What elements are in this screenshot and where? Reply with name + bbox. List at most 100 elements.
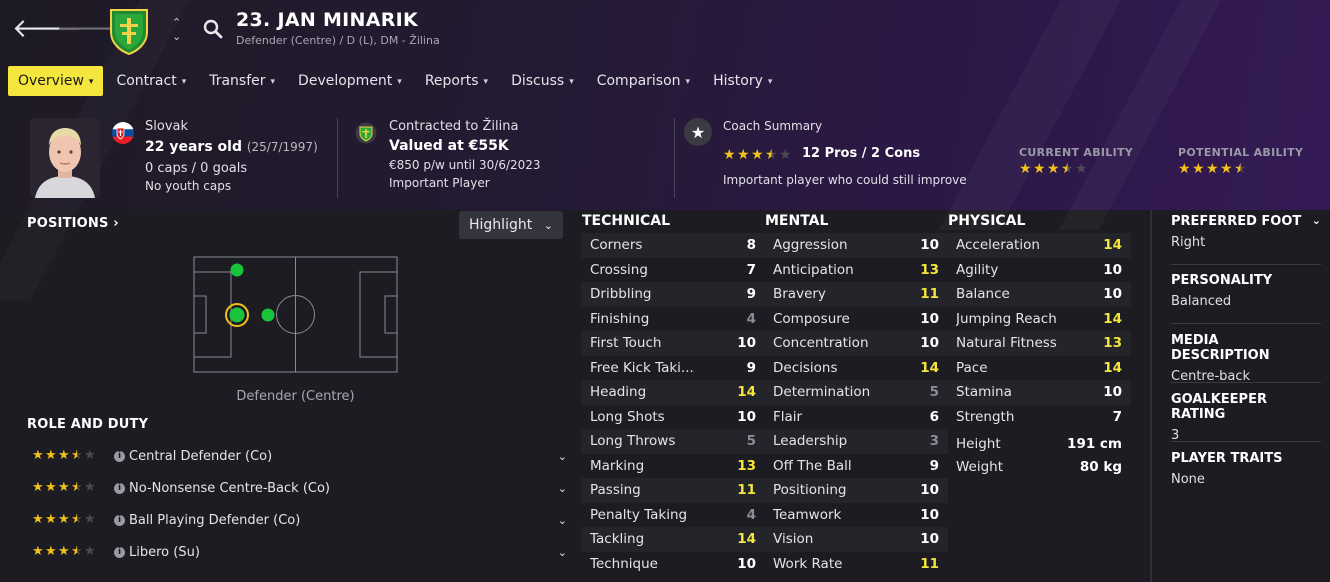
info-icon[interactable]: i — [114, 514, 125, 526]
preferred-foot-title: PREFERRED FOOT — [1171, 214, 1302, 229]
attribute-row[interactable]: Off The Ball 9 — [764, 454, 948, 479]
attribute-row[interactable]: Leadership 3 — [764, 429, 948, 454]
attribute-row[interactable]: Dribbling 9 — [581, 282, 765, 307]
attribute-name: Agility — [956, 261, 999, 278]
attribute-row[interactable]: Agility 10 — [947, 258, 1131, 283]
star-icon: ★ — [45, 512, 57, 527]
club-crest-icon[interactable] — [107, 6, 151, 56]
tab-discuss[interactable]: Discuss ▾ — [501, 66, 584, 96]
goalkeeper-rating-title: GOALKEEPER RATING — [1171, 392, 1267, 422]
divider — [337, 118, 338, 198]
attribute-row[interactable]: Strength 7 — [947, 405, 1131, 430]
attribute-row[interactable]: Stamina 10 — [947, 380, 1131, 405]
attribute-value: 4 — [746, 506, 756, 523]
attribute-row[interactable]: Acceleration 14 — [947, 233, 1131, 258]
attribute-row[interactable]: Long Shots 10 — [581, 405, 765, 430]
highlight-dropdown[interactable]: Highlight ⌄ — [459, 211, 563, 239]
info-icon[interactable]: i — [114, 450, 125, 462]
role-name: Libero (Su) — [129, 544, 200, 560]
info-icon[interactable]: i — [114, 482, 125, 494]
attribute-row[interactable]: Composure 10 — [764, 307, 948, 332]
attribute-name: Corners — [590, 237, 643, 254]
chevron-down-icon[interactable]: ⌄ — [1312, 214, 1321, 229]
attribute-row[interactable]: Aggression 10 — [764, 233, 948, 258]
attribute-row[interactable]: Balance 10 — [947, 282, 1131, 307]
attribute-row[interactable]: Bravery 11 — [764, 282, 948, 307]
chevron-down-icon: ⌄ — [543, 218, 553, 232]
attribute-row[interactable]: Penalty Taking 4 — [581, 503, 765, 528]
attribute-name: Bravery — [773, 286, 826, 303]
star-icon: ★ — [71, 448, 83, 463]
attribute-row[interactable]: Tackling 14 — [581, 527, 765, 552]
attribute-row[interactable]: Natural Fitness 13 — [947, 331, 1131, 356]
attribute-row[interactable]: Heading 14 — [581, 380, 765, 405]
positions-title[interactable]: POSITIONS › — [27, 216, 119, 231]
attribute-row[interactable]: First Touch 10 — [581, 331, 765, 356]
attribute-row[interactable]: Determination 5 — [764, 380, 948, 405]
chevron-down-icon: ▾ — [767, 76, 773, 87]
attribute-row[interactable]: Crossing 7 — [581, 258, 765, 283]
tab-development[interactable]: Development ▾ — [288, 66, 412, 96]
attribute-value: 11 — [920, 555, 939, 572]
chevron-down-icon: ▾ — [483, 76, 489, 87]
attribute-name: Anticipation — [773, 261, 854, 278]
role-rating-stars: ★ ★ ★ ★ ★ — [32, 449, 96, 463]
search-icon[interactable] — [203, 19, 223, 39]
body-measurements: Height 191 cm Weight 80 kg — [947, 432, 1131, 478]
attribute-name: Heading — [590, 384, 647, 401]
preferred-foot[interactable]: PREFERRED FOOT ⌄ Right — [1171, 214, 1321, 250]
role-row[interactable]: ★ ★ ★ ★ ★ i No-Nonsense Centre-Back (Co) ⌄ — [32, 475, 567, 501]
tab-overview[interactable]: Overview ▾ — [8, 66, 104, 96]
attribute-row[interactable]: Long Throws 5 — [581, 429, 765, 454]
attribute-row[interactable]: Positioning 10 — [764, 478, 948, 503]
potential-ability-stars: ★ ★ ★ ★ ★ — [1178, 162, 1247, 176]
tab-history[interactable]: History ▾ — [703, 66, 782, 96]
height-row: Height 191 cm — [947, 432, 1131, 455]
tab-comparison[interactable]: Comparison ▾ — [587, 66, 700, 96]
tab-reports[interactable]: Reports ▾ — [415, 66, 498, 96]
attribute-value: 7 — [746, 261, 756, 278]
role-row[interactable]: ★ ★ ★ ★ ★ i Libero (Su) ⌄ — [32, 539, 567, 565]
attribute-row[interactable]: Jumping Reach 14 — [947, 307, 1131, 332]
tab-contract[interactable]: Contract ▾ — [106, 66, 196, 96]
player-switch-stepper[interactable]: ⌃ ⌄ — [172, 16, 181, 44]
tab-transfer[interactable]: Transfer ▾ — [199, 66, 285, 96]
star-icon: ★ — [84, 544, 96, 559]
chevron-down-icon[interactable]: ⌄ — [558, 546, 567, 559]
attribute-row[interactable]: Teamwork 10 — [764, 503, 948, 528]
age-value: 22 years old — [145, 139, 242, 155]
attribute-row[interactable]: Anticipation 13 — [764, 258, 948, 283]
attribute-row[interactable]: Corners 8 — [581, 233, 765, 258]
attribute-value: 5 — [929, 384, 939, 401]
attribute-row[interactable]: Pace 14 — [947, 356, 1131, 381]
role-row[interactable]: ★ ★ ★ ★ ★ i Central Defender (Co) ⌄ — [32, 443, 567, 469]
chevron-down-icon[interactable]: ⌄ — [558, 450, 567, 463]
attribute-row[interactable]: Free Kick Taki... 9 — [581, 356, 765, 381]
pros-cons[interactable]: 12 Pros / 2 Cons — [802, 146, 920, 161]
attribute-value: 6 — [929, 408, 939, 425]
chevron-down-icon[interactable]: ⌄ — [558, 482, 567, 495]
role-rating-stars: ★ ★ ★ ★ ★ — [32, 545, 96, 559]
star-icon: ★ — [45, 544, 57, 559]
star-icon: ★ — [1033, 161, 1046, 177]
chevron-right-icon: › — [108, 216, 119, 231]
attribute-row[interactable]: Marking 13 — [581, 454, 765, 479]
attribute-row[interactable]: Concentration 10 — [764, 331, 948, 356]
attribute-name: First Touch — [590, 335, 662, 352]
player-avatar[interactable] — [30, 118, 100, 198]
star-icon: ★ — [779, 147, 792, 163]
goalkeeper-rating: GOALKEEPER RATING 3 — [1171, 392, 1321, 443]
attribute-row[interactable]: Finishing 4 — [581, 307, 765, 332]
attribute-row[interactable]: Passing 11 — [581, 478, 765, 503]
attribute-row[interactable]: Vision 10 — [764, 527, 948, 552]
chevron-down-icon[interactable]: ⌄ — [558, 514, 567, 527]
attribute-row[interactable]: Technique 10 — [581, 552, 765, 577]
info-icon[interactable]: i — [114, 546, 125, 558]
attribute-row[interactable]: Work Rate 11 — [764, 552, 948, 577]
attribute-row[interactable]: Flair 6 — [764, 405, 948, 430]
nationality[interactable]: Slovak — [145, 119, 188, 134]
attribute-value: 4 — [746, 310, 756, 327]
role-row[interactable]: ★ ★ ★ ★ ★ i Ball Playing Defender (Co) ⌄ — [32, 507, 567, 533]
highlight-label: Highlight — [469, 217, 533, 233]
attribute-row[interactable]: Decisions 14 — [764, 356, 948, 381]
